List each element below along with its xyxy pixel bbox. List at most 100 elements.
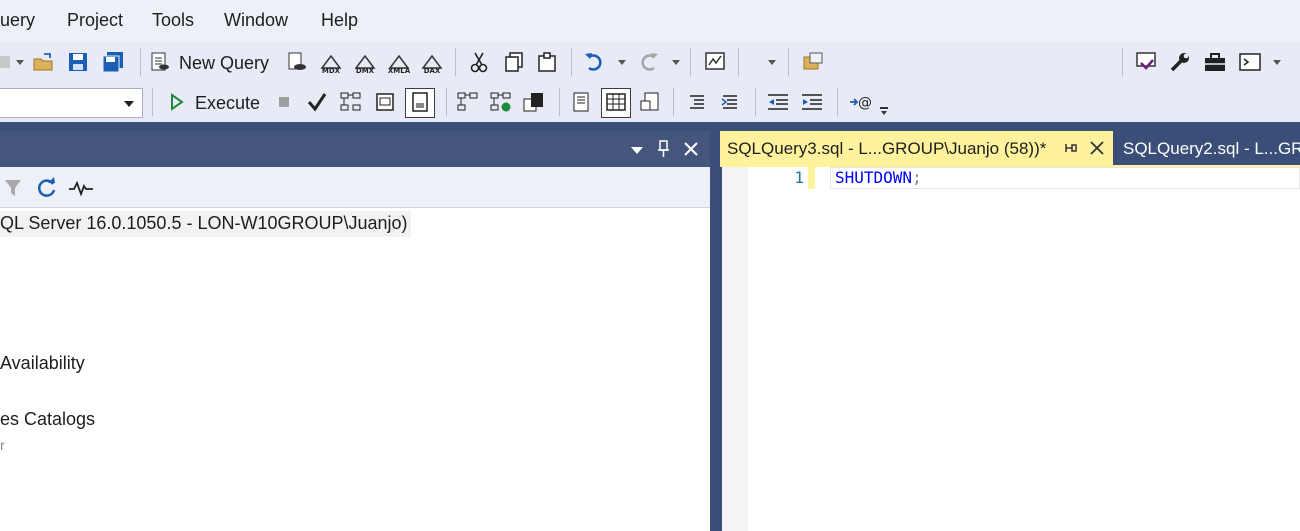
tab-sqlquery2[interactable]: SQLQuery2.sql - L...GR — [1113, 131, 1300, 165]
tab-sqlquery3-label: SQLQuery3.sql - L...GROUP\Juanjo (58))* — [727, 139, 1047, 158]
new-item-dropdown-icon[interactable] — [16, 60, 24, 65]
menu-query[interactable]: uery — [0, 10, 35, 31]
standard-toolbar: New Query MDX DMX XMLA DAX — [0, 42, 1300, 120]
tree-node-server[interactable]: QL Server 16.0.1050.5 - LON-W10GROUP\Jua… — [0, 211, 411, 237]
increase-indent-icon[interactable] — [800, 90, 824, 114]
database-query-icon[interactable] — [285, 50, 309, 74]
visual-studio-icon[interactable] — [1134, 50, 1158, 74]
object-explorer-toolbar — [0, 167, 710, 208]
tab-sqlquery2-label: SQLQuery2.sql - L...GR — [1123, 139, 1300, 158]
results-to-grid-icon[interactable] — [604, 90, 628, 114]
pin-icon[interactable] — [656, 140, 672, 158]
toolbar-separator — [837, 88, 838, 116]
client-statistics-icon[interactable] — [522, 90, 546, 114]
display-estimated-plan-icon[interactable] — [339, 90, 363, 114]
toolbar-overflow-icon[interactable] — [880, 107, 888, 109]
toolbar-separator — [755, 88, 756, 116]
new-item-icon[interactable] — [0, 50, 16, 74]
results-to-text-icon[interactable] — [570, 90, 594, 114]
toolbar-separator — [571, 48, 572, 76]
toolbar-separator — [788, 48, 789, 76]
intellisense-icon[interactable] — [408, 90, 432, 114]
close-icon[interactable] — [682, 140, 700, 158]
toolbar-separator — [446, 88, 447, 116]
tree-node-partial[interactable]: r — [0, 437, 5, 453]
execute-button[interactable]: Execute — [195, 93, 260, 114]
toolbar-separator — [690, 48, 691, 76]
xmla-query-icon[interactable]: XMLA — [387, 50, 411, 75]
available-databases-combo[interactable] — [0, 88, 143, 118]
editor-gutter — [722, 167, 748, 531]
parse-checkmark-icon[interactable] — [305, 90, 329, 114]
tab-sqlquery3[interactable]: SQLQuery3.sql - L...GROUP\Juanjo (58))* — [720, 131, 1113, 165]
code-line[interactable]: SHUTDOWN; — [835, 168, 922, 187]
toolbar-separator — [559, 88, 560, 116]
toolbar-overflow-arrow-icon[interactable] — [881, 111, 887, 115]
close-icon[interactable] — [1088, 139, 1106, 157]
chevron-down-icon[interactable] — [124, 101, 134, 107]
decrease-indent-icon[interactable] — [766, 90, 790, 114]
toolbar-separator — [673, 88, 674, 116]
sql-keyword: SHUTDOWN — [835, 168, 913, 187]
new-query-button[interactable]: New Query — [179, 53, 269, 74]
sql-editor-toolbar: Execute @ — [0, 82, 1300, 122]
query-options-icon[interactable] — [373, 90, 397, 114]
cancel-query-icon[interactable] — [272, 90, 296, 114]
tree-node-catalogs[interactable]: es Catalogs — [0, 409, 95, 430]
undo-dropdown-icon[interactable] — [618, 60, 626, 65]
uncomment-lines-icon[interactable] — [718, 90, 742, 114]
comment-lines-icon[interactable] — [685, 90, 709, 114]
server-node-label: QL Server 16.0.1050.5 - LON-W10GROUP\Jua… — [0, 213, 408, 233]
paste-icon[interactable] — [535, 50, 559, 74]
toolbar-separator — [455, 48, 456, 76]
new-query-icon[interactable] — [148, 50, 172, 74]
dock-frame — [0, 122, 1300, 131]
live-query-stats-icon[interactable] — [489, 90, 513, 114]
toolbar-separator — [738, 48, 739, 76]
cut-icon[interactable] — [467, 50, 491, 74]
redo-dropdown-icon[interactable] — [672, 60, 680, 65]
open-folder-icon[interactable] — [32, 50, 56, 74]
unsaved-change-marker — [808, 167, 815, 189]
dmx-query-icon[interactable]: DMX — [353, 50, 377, 75]
redo-icon[interactable] — [637, 50, 661, 74]
menu-help[interactable]: Help — [321, 10, 358, 31]
window-position-dropdown-icon[interactable] — [631, 147, 643, 154]
svg-text:@: @ — [858, 95, 872, 111]
mdx-query-icon[interactable]: MDX — [319, 50, 343, 75]
find-in-files-icon[interactable] — [801, 50, 825, 74]
toolbar-separator — [1122, 48, 1123, 76]
wrench-icon[interactable] — [1168, 50, 1192, 74]
menu-bar: uery Project Tools Window Help — [0, 0, 1300, 42]
activity-monitor-icon[interactable] — [703, 50, 727, 74]
terminal-icon[interactable] — [1238, 50, 1262, 74]
query-editor[interactable] — [722, 167, 1300, 531]
tree-node-availability[interactable]: Availability — [0, 353, 85, 374]
object-explorer-titlebar — [0, 131, 710, 167]
pin-icon[interactable] — [1063, 140, 1079, 156]
save-icon[interactable] — [66, 50, 90, 74]
toolbar-separator — [140, 48, 141, 76]
menu-project[interactable]: Project — [67, 10, 123, 31]
results-to-file-icon[interactable] — [638, 90, 662, 114]
menu-window[interactable]: Window — [224, 10, 288, 31]
undo-icon[interactable] — [582, 50, 606, 74]
specify-template-values-icon[interactable]: @ — [848, 90, 872, 114]
sql-punctuation: ; — [912, 168, 922, 187]
dax-query-icon[interactable]: DAX — [420, 50, 444, 75]
line-number: 1 — [794, 168, 804, 187]
solution-config-dropdown-icon[interactable] — [768, 60, 776, 65]
panel-splitter[interactable] — [710, 122, 722, 531]
refresh-icon[interactable] — [36, 177, 58, 199]
filter-icon[interactable] — [4, 178, 22, 198]
object-explorer-tree — [0, 208, 710, 531]
menu-tools[interactable]: Tools — [152, 10, 194, 31]
execute-play-icon[interactable] — [164, 90, 188, 114]
include-actual-plan-icon[interactable] — [456, 90, 480, 114]
toolbar-separator — [152, 88, 153, 116]
toolbox-icon[interactable] — [1203, 50, 1227, 74]
copy-icon[interactable] — [502, 50, 526, 74]
save-all-icon[interactable] — [101, 50, 125, 74]
terminal-dropdown-icon[interactable] — [1273, 60, 1281, 65]
activity-monitor-icon[interactable] — [68, 178, 94, 198]
